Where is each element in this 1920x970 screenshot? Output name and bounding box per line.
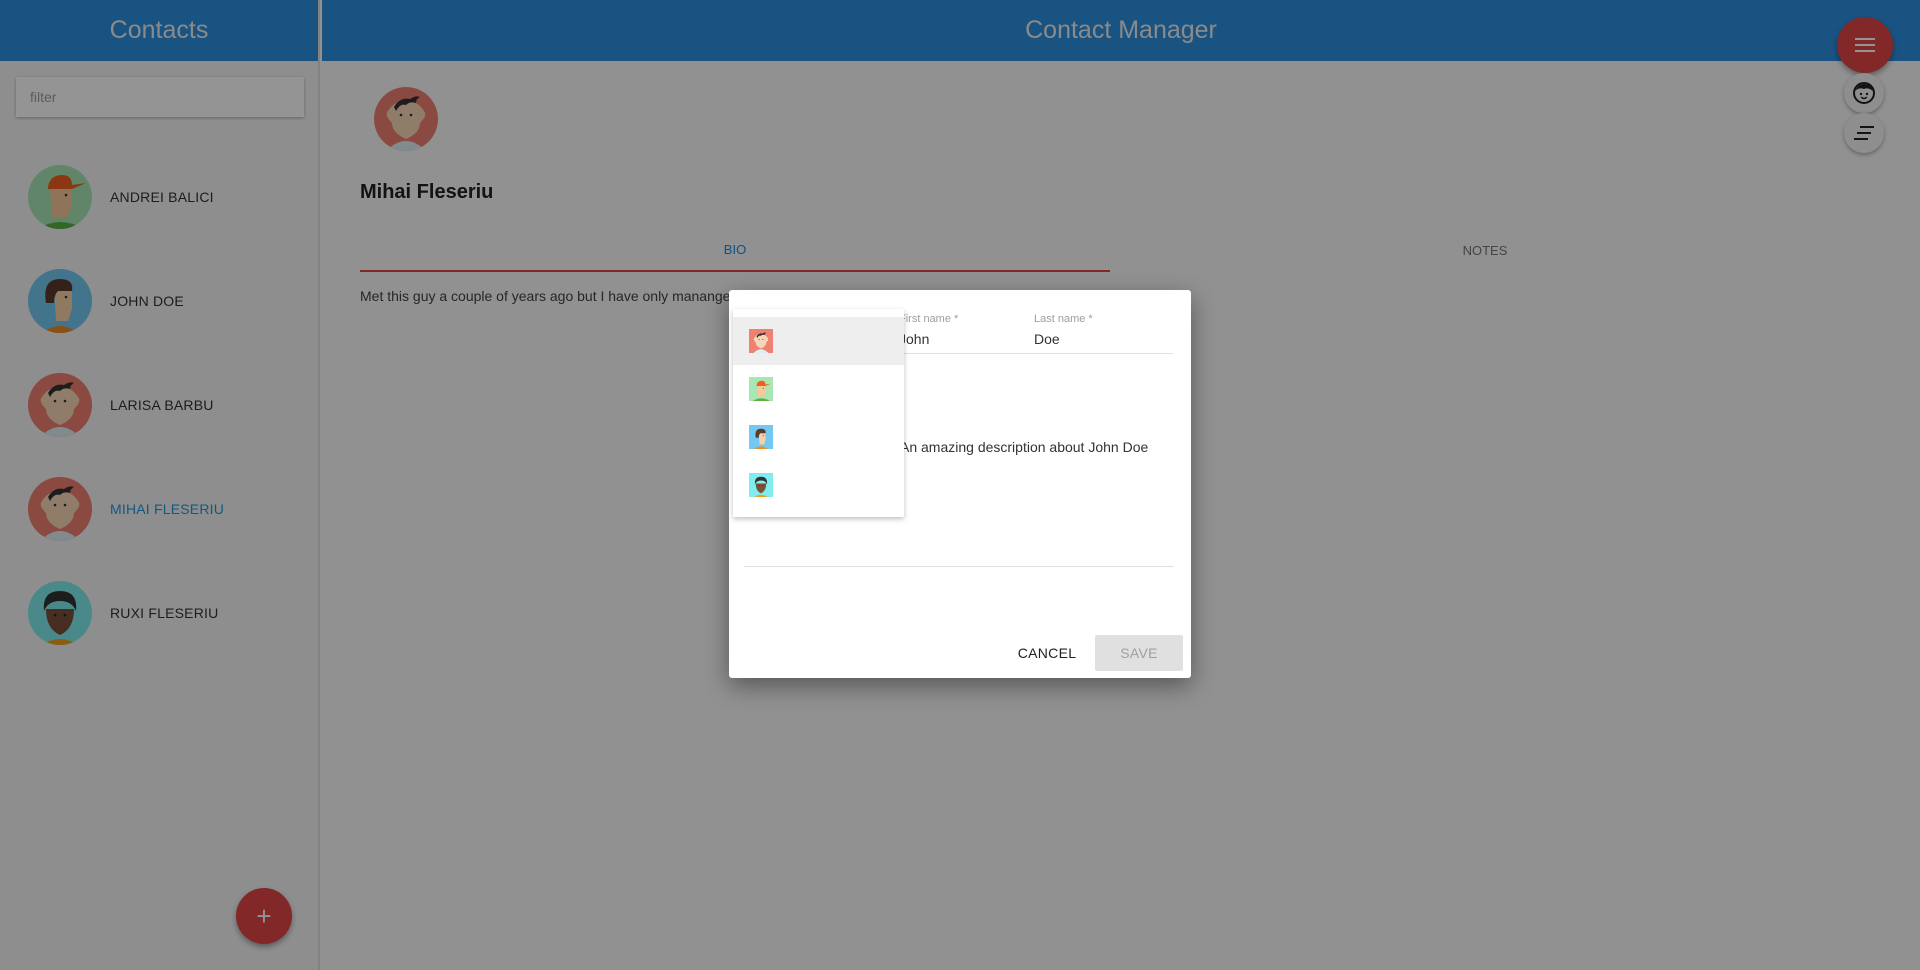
first-name-field[interactable]: First name * John — [899, 313, 1039, 354]
last-name-field[interactable]: Last name * Doe — [1034, 313, 1173, 354]
last-name-input[interactable]: Doe — [1034, 331, 1173, 354]
avatar-option[interactable] — [733, 461, 904, 509]
avatar-dark-teal-icon — [749, 473, 773, 497]
first-name-label: First name * — [899, 313, 959, 325]
last-name-label: Last name * — [1034, 313, 1093, 325]
avatar-hair-blue-icon — [749, 425, 773, 449]
cancel-button[interactable]: CANCEL — [1007, 635, 1087, 671]
avatar-cap-green-icon — [749, 377, 773, 401]
avatar-boy-red-icon — [749, 329, 773, 353]
avatar-option[interactable] — [733, 413, 904, 461]
save-button[interactable]: SAVE — [1095, 635, 1183, 671]
avatar-option[interactable] — [733, 317, 904, 365]
avatar-option[interactable] — [733, 365, 904, 413]
description-underline — [744, 566, 1174, 567]
first-name-input[interactable]: John — [899, 331, 1039, 354]
avatar-select-menu — [733, 309, 904, 517]
description-input[interactable]: An amazing description about John Doe — [900, 439, 1148, 455]
